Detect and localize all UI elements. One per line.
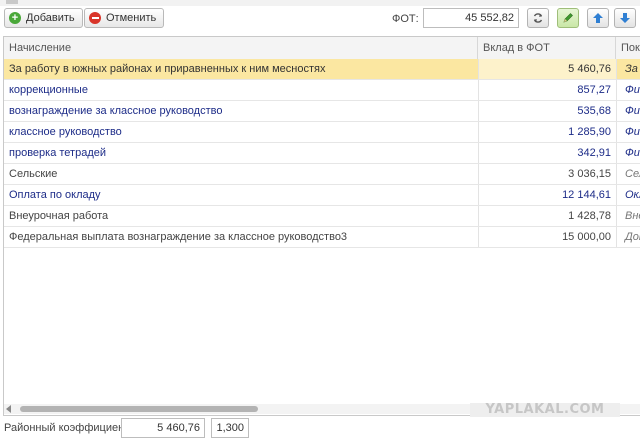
arrow-down-icon: [620, 13, 630, 23]
accrual-name-cell: Федеральная выплата вознаграждение за кл…: [9, 231, 348, 243]
table-row[interactable]: проверка тетрадей 342,91 Фик: [4, 143, 640, 164]
fot-amount-cell: 12 144,61: [478, 185, 616, 205]
accrual-name-cell: Оплата по окладу: [9, 189, 101, 201]
toolbar: + Добавить Отменить ФОТ: 45 552,82: [0, 6, 640, 30]
column-header-indicator[interactable]: Пока: [616, 37, 640, 59]
scroll-left-icon[interactable]: [6, 405, 11, 413]
fot-amount-cell: 15 000,00: [478, 227, 616, 247]
fot-field[interactable]: 45 552,82: [423, 8, 519, 28]
pencil-icon: [563, 13, 573, 23]
refresh-button[interactable]: [527, 8, 549, 28]
indicator-cell: Внеу: [616, 206, 640, 226]
accrual-name-cell: проверка тетрадей: [9, 147, 106, 159]
fot-amount-cell: 5 460,76: [478, 59, 616, 79]
fot-amount-cell: 535,68: [478, 101, 616, 121]
indicator-cell: Фик: [616, 122, 640, 142]
cancel-button[interactable]: Отменить: [84, 8, 165, 28]
accrual-name-cell: классное руководство: [9, 126, 122, 138]
regional-coefficient-label: Районный коэффициен...: [4, 422, 134, 434]
table-row[interactable]: За работу в южных районах и приравненных…: [4, 59, 640, 80]
scrollbar-thumb[interactable]: [20, 406, 258, 412]
refresh-icon: [533, 13, 543, 23]
table-row[interactable]: вознаграждение за классное руководство 5…: [4, 101, 640, 122]
collapse-grip[interactable]: [6, 0, 18, 4]
table-header: Начисление Вклад в ФОТ Пока: [4, 37, 640, 60]
accrual-name-cell: Сельские: [9, 168, 58, 180]
column-header-accrual[interactable]: Начисление: [4, 37, 478, 59]
accruals-table: Начисление Вклад в ФОТ Пока За работу в …: [3, 36, 640, 416]
column-header-fot-contribution[interactable]: Вклад в ФОТ: [478, 37, 616, 59]
regional-coefficient-value-field[interactable]: 1,300: [211, 418, 249, 438]
accrual-name-cell: вознаграждение за классное руководство: [9, 105, 223, 117]
plus-circle-icon: +: [9, 12, 21, 24]
table-row[interactable]: Оплата по окладу 12 144,61 Окл: [4, 185, 640, 206]
minus-circle-icon: [89, 12, 101, 24]
accrual-name-cell: Внеурочная работа: [9, 210, 109, 222]
accrual-name-cell: За работу в южных районах и приравненных…: [9, 63, 326, 75]
indicator-cell: Окл: [616, 185, 640, 205]
move-up-button[interactable]: [587, 8, 609, 28]
fot-amount-cell: 1 428,78: [478, 206, 616, 226]
regional-coefficient-amount-field[interactable]: 5 460,76: [121, 418, 205, 438]
indicator-cell: Доп: [616, 227, 640, 247]
table-row[interactable]: Внеурочная работа 1 428,78 Внеу: [4, 206, 640, 227]
indicator-cell: Фик: [616, 143, 640, 163]
edit-button[interactable]: [557, 8, 579, 28]
add-button[interactable]: + Добавить: [4, 8, 83, 28]
fot-label: ФОТ:: [392, 13, 419, 25]
table-body: За работу в южных районах и приравненных…: [4, 59, 640, 248]
add-button-label: Добавить: [26, 12, 75, 24]
arrow-up-icon: [593, 13, 603, 23]
watermark: YAPLAKAL.COM: [470, 403, 620, 417]
indicator-cell: Сел: [616, 164, 640, 184]
indicator-cell: Фик: [616, 101, 640, 121]
fot-amount-cell: 857,27: [478, 80, 616, 100]
indicator-cell: Фик: [616, 80, 640, 100]
table-row[interactable]: коррекционные 857,27 Фик: [4, 80, 640, 101]
table-row[interactable]: Федеральная выплата вознаграждение за кл…: [4, 227, 640, 248]
indicator-cell: За р: [616, 59, 640, 79]
table-row[interactable]: классное руководство 1 285,90 Фик: [4, 122, 640, 143]
cancel-button-label: Отменить: [106, 12, 157, 24]
move-down-button[interactable]: [614, 8, 636, 28]
fot-amount-cell: 3 036,15: [478, 164, 616, 184]
accrual-name-cell: коррекционные: [9, 84, 88, 96]
fot-amount-cell: 342,91: [478, 143, 616, 163]
fot-amount-cell: 1 285,90: [478, 122, 616, 142]
table-row[interactable]: Сельские 3 036,15 Сел: [4, 164, 640, 185]
